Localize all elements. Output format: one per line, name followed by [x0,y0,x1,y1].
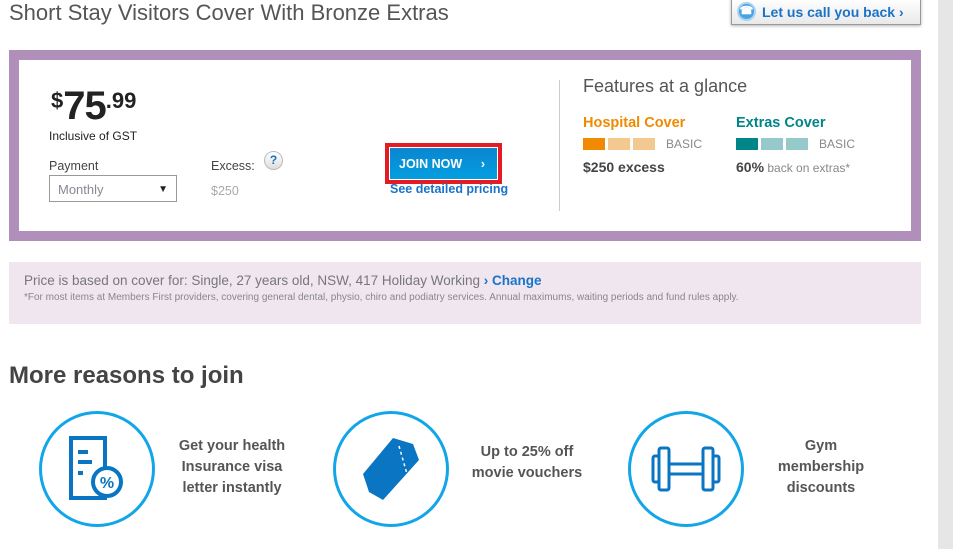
phone-icon: ☎ [737,2,756,21]
scrollbar[interactable] [938,0,953,549]
payment-select[interactable]: Monthly ▼ [49,175,177,202]
call-back-label: Let us call you back [762,3,896,20]
divider [559,80,560,211]
reason-line: movie vouchers [471,465,583,481]
excess-label: Excess: [211,159,255,173]
excess-value: $250 [211,184,239,198]
payment-value: Monthly [58,182,104,197]
price-whole: 75 [63,84,106,128]
level-bar [786,138,808,150]
features-title: Features at a glance [583,76,748,96]
price: $75.99 [51,84,136,129]
level-bar [761,138,783,150]
hospital-cover: Hospital Cover BASIC $250 excess [583,115,702,175]
reason-icon-circle [333,411,449,527]
extras-level: BASIC [819,137,856,151]
detailed-pricing-link[interactable]: See detailed pricing [390,182,508,196]
change-link[interactable]: › Change [484,273,542,288]
reason-line: letter instantly [182,480,282,496]
hospital-level: BASIC [666,137,703,151]
hospital-excess: $250 excess [583,159,665,175]
footnote: *For most items at Members First provide… [24,292,739,303]
caret-down-icon: ▼ [158,184,168,195]
join-now-label: JOIN NOW [399,156,463,171]
reason-visa-letter: Get your health Insurance visa letter inst… [157,436,307,499]
reason-line: Up to 25% off [480,444,574,460]
reason-gym-discounts: Gym membership discounts [746,436,896,499]
price-cents: .99 [105,88,137,113]
level-bar [633,138,655,150]
extras-summary: 60% back on extras* [736,159,855,175]
hospital-summary: $250 excess [583,159,702,175]
join-now-button[interactable]: JOIN NOW › [389,147,498,180]
extras-cover-title: Extras Cover [736,115,826,131]
pricing-panel: $75.99 Inclusive of GST Payment Monthly ▼… [9,50,921,241]
extras-cover: Extras Cover BASIC 60% back on extras* [736,115,855,175]
help-icon[interactable]: ? [264,151,283,170]
reason-icon-circle: % [39,411,155,527]
page-title: Short Stay Visitors Cover With Bronze Ex… [9,0,449,25]
ticket-icon [363,438,419,500]
reason-icon-circle [628,411,744,527]
price-basis-text: Price is based on cover for: Single, 27 … [24,273,484,288]
reason-movie-vouchers: Up to 25% off movie vouchers [452,442,602,484]
hospital-level-bars: BASIC [583,137,702,151]
level-bar [736,138,758,150]
extras-summary-text: back on extras* [764,161,851,175]
chevron-right-icon: › [480,156,485,171]
dumbbell-icon [651,446,721,492]
join-now-highlight: JOIN NOW › [385,143,502,184]
payment-label: Payment [49,159,99,173]
extras-percent: 60% [736,159,765,175]
reason-line: Gym [804,438,838,454]
hospital-cover-title: Hospital Cover [583,115,686,131]
document-percent-icon: % [69,436,123,500]
level-bar [583,138,605,150]
gst-note: Inclusive of GST [49,129,138,143]
reason-line: discounts [786,480,856,496]
reason-line: membership [777,459,865,475]
level-bar [608,138,630,150]
reason-line: Get your health [178,438,286,454]
chevron-right-icon: › [898,3,904,20]
price-basis-panel: Price is based on cover for: Single, 27 … [9,262,921,324]
svg-text:%: % [100,475,114,492]
extras-level-bars: BASIC [736,137,855,151]
call-back-button[interactable]: ☎ Let us call you back › [731,0,921,25]
reason-line: Insurance visa [181,459,283,475]
reasons-title: More reasons to join [9,362,244,389]
price-currency: $ [51,88,64,113]
